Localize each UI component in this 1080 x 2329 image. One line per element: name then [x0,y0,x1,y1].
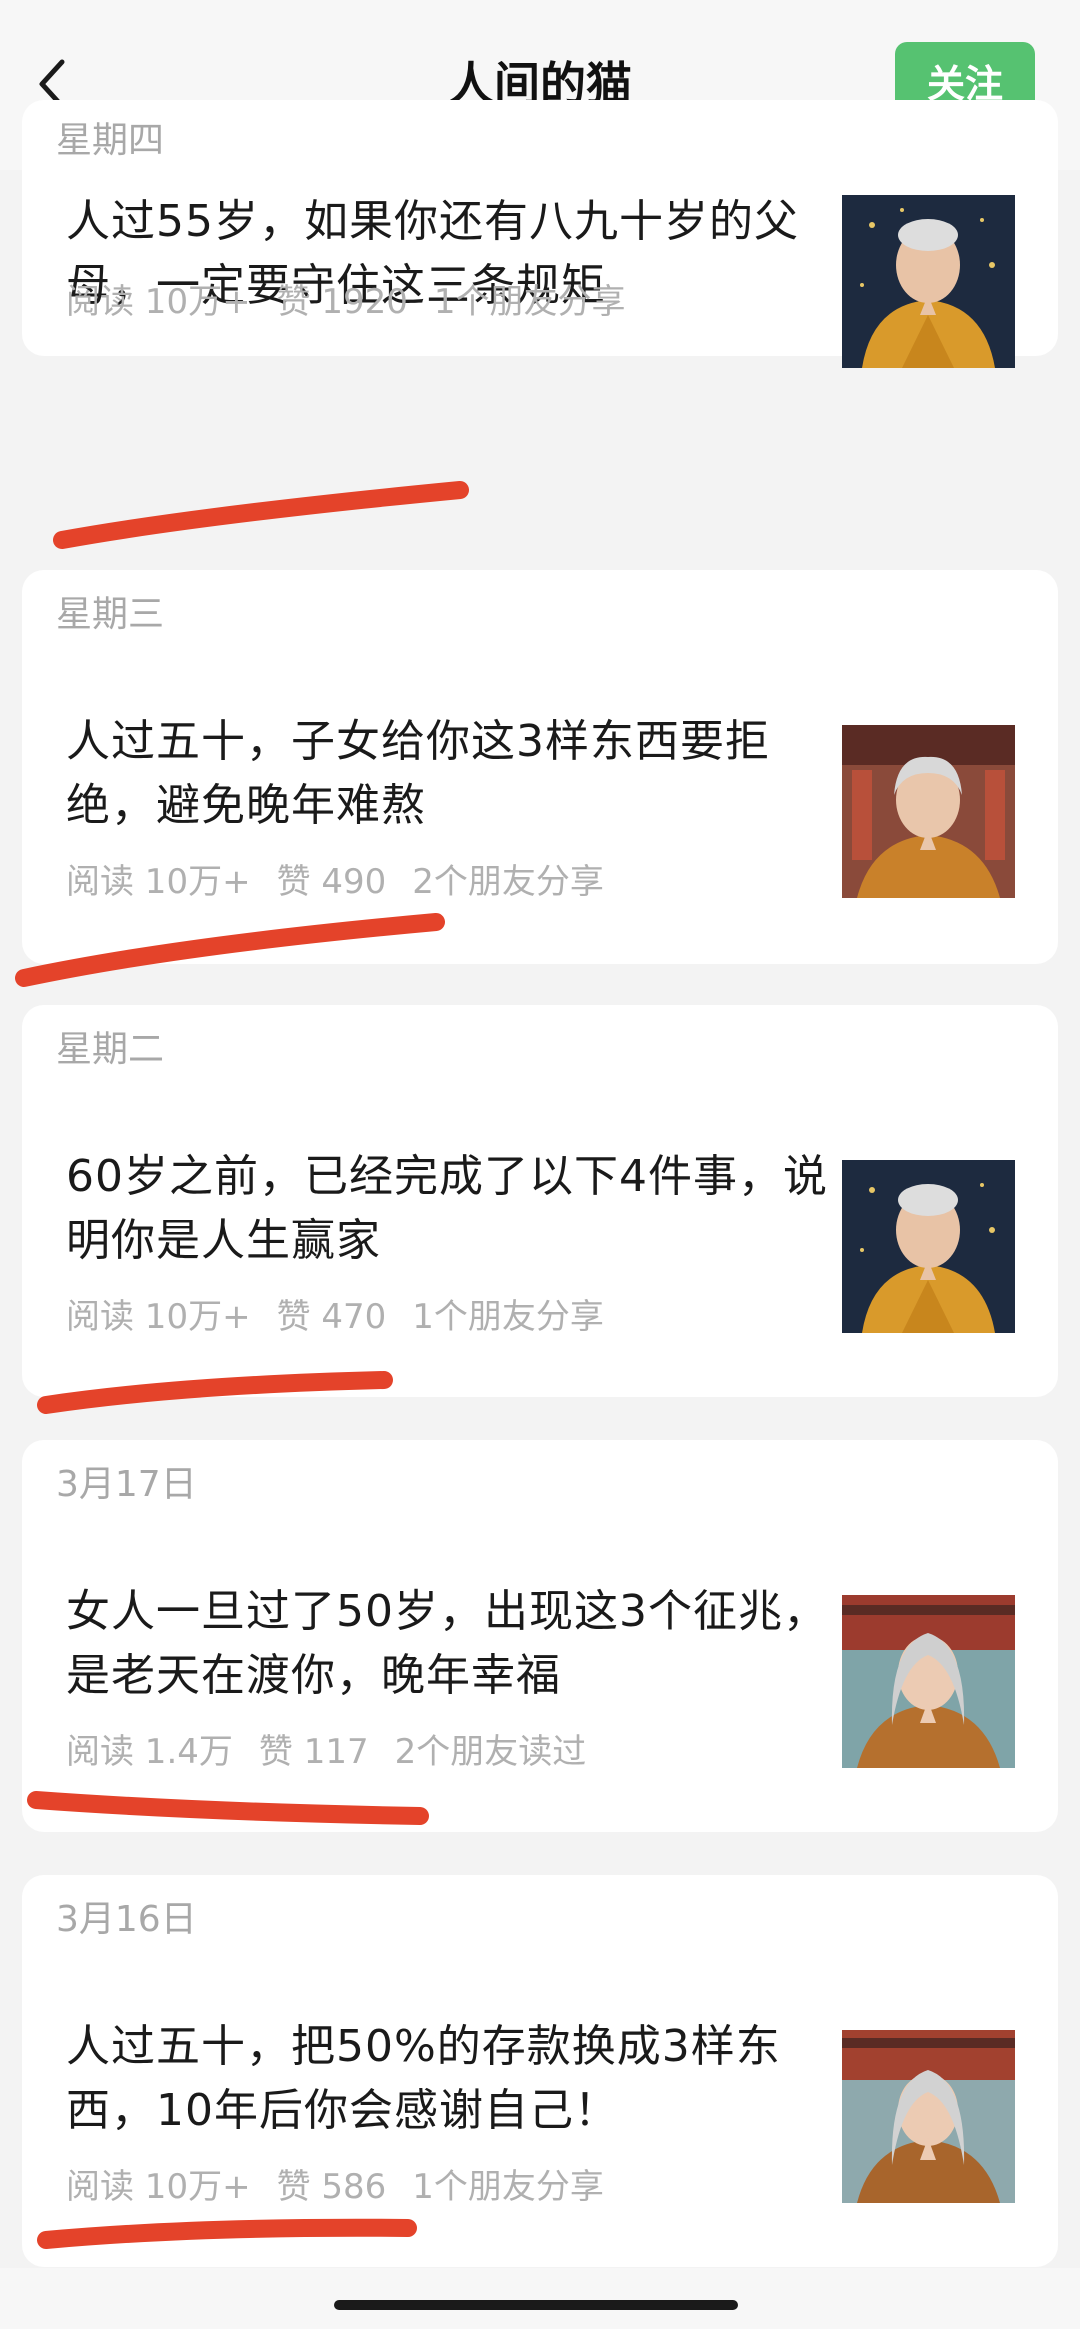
article-thumbnail[interactable] [842,1160,1015,1333]
article-card[interactable]: 星期四 人过55岁，如果你还有八九十岁的父母，一定要守住这三条规矩 阅读 10万… [22,100,1058,368]
friend-share: 2个朋友分享 [412,862,604,902]
article-title[interactable]: 人过五十，子女给你这3样东西要拒绝，避免晚年难熬 [66,710,832,838]
article-thumbnail[interactable] [842,1595,1015,1768]
article-date: 3月17日 [56,1464,197,1505]
read-count: 阅读 10万+ [66,2167,251,2207]
monk-portrait-image [842,725,1015,898]
article-card[interactable]: 星期三 人过五十，子女给你这3样东西要拒绝，避免晚年难熬 阅读 10万+ 赞 49… [22,570,1058,964]
article-thumbnail[interactable] [842,195,1015,368]
read-count: 阅读 10万+ [66,862,251,902]
article-stats: 阅读 1.4万赞 117 2个朋友读过 [66,1730,612,1774]
article-stats: 阅读 10万+ 赞 490 2个朋友分享 [66,860,630,904]
read-count: 阅读 10万+ [66,282,251,322]
like-count: 赞 117 [258,1732,369,1772]
article-date: 星期四 [56,120,165,161]
home-indicator[interactable] [334,2300,738,2310]
article-title[interactable]: 女人一旦过了50岁，出现这3个征兆，是老天在渡你，晚年幸福 [66,1580,832,1708]
red-underline [53,481,469,549]
friend-share: 2个朋友读过 [394,1732,587,1772]
friend-share: 1个朋友分享 [412,1297,604,1337]
friend-share: 1个朋友分享 [412,2167,604,2207]
article-thumbnail[interactable] [842,2030,1015,2203]
like-count: 赞 490 [276,862,387,902]
article-date: 星期三 [56,594,165,635]
article-card[interactable]: 3月16日 人过五十，把50%的存款换成3样东西，10年后你会感谢自己！ 阅读 … [22,1875,1058,2267]
article-date: 3月16日 [56,1899,197,1940]
article-list-screen: 人间的猫 关注 星期四 人过55岁，如果你还有八九十岁的父母，一定要守住这三条规… [0,0,1080,2329]
article-date: 星期二 [56,1029,165,1070]
read-count: 阅读 1.4万 [66,1732,233,1772]
read-count: 阅读 10万+ [66,1297,251,1337]
article-title[interactable]: 60岁之前，已经完成了以下4件事，说明你是人生赢家 [66,1145,832,1273]
bottom-safe-area [0,2268,1080,2329]
article-stats: 阅读 10万+ 赞 586 1个朋友分享 [66,2165,630,2209]
article-thumbnail[interactable] [842,725,1015,898]
monk-portrait-image [842,195,1015,368]
article-card[interactable]: 星期二 60岁之前，已经完成了以下4件事，说明你是人生赢家 阅读 10万+ 赞 4… [22,1005,1058,1397]
article-stats: 阅读 10万+ 赞 470 1个朋友分享 [66,1295,630,1339]
monk-portrait-image [842,1160,1015,1333]
like-count: 赞 1920 [276,282,408,322]
friend-share: 1个朋友分享 [433,282,626,322]
like-count: 赞 470 [276,1297,387,1337]
monk-portrait-image [842,2030,1015,2203]
like-count: 赞 586 [276,2167,387,2207]
article-stats: 阅读 10万+ 赞 1920 1个朋友分享 [66,280,652,324]
monk-portrait-image [842,1595,1015,1768]
article-card[interactable]: 3月17日 女人一旦过了50岁，出现这3个征兆，是老天在渡你，晚年幸福 阅读 1… [22,1440,1058,1832]
article-title[interactable]: 人过五十，把50%的存款换成3样东西，10年后你会感谢自己！ [66,2015,832,2143]
